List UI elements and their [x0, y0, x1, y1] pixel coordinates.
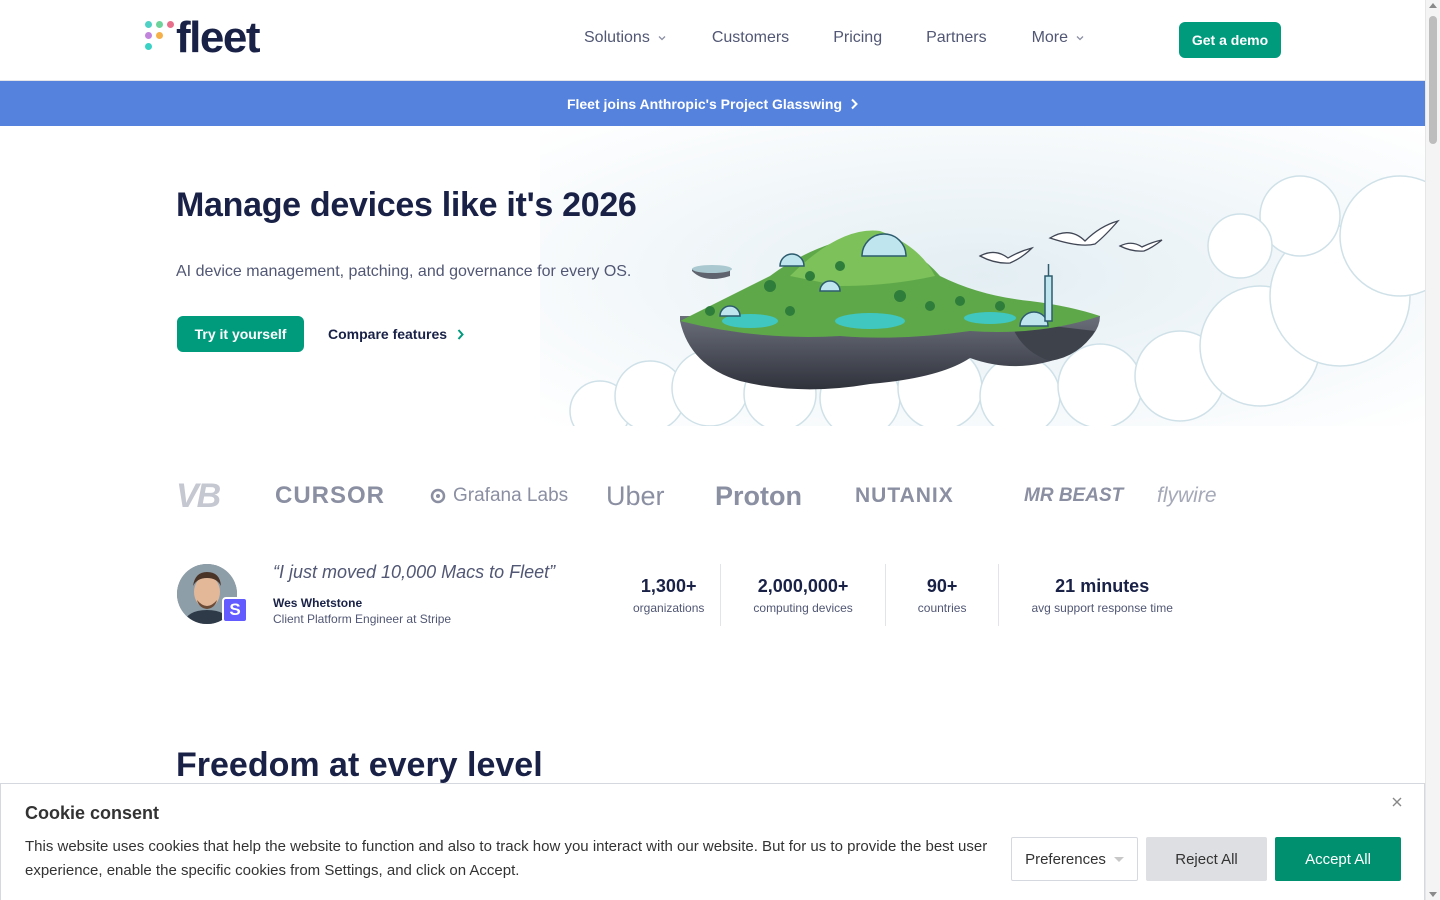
logo-proton: Proton — [715, 480, 802, 511]
cookie-text: This website uses cookies that help the … — [25, 838, 988, 879]
close-icon[interactable] — [1389, 794, 1405, 810]
logo-flywire: flywire — [1157, 484, 1217, 507]
stat-computing-devices: 2,000,000+ computing devices — [721, 564, 886, 626]
accept-all-button[interactable]: Accept All — [1275, 837, 1401, 881]
nav-solutions-label: Solutions — [584, 29, 650, 46]
preferences-label: Preferences — [1025, 850, 1106, 868]
stats-row: 1,300+ organizations 2,000,000+ computin… — [617, 564, 1205, 626]
stat-value: 2,000,000+ — [757, 575, 849, 596]
page-scrollbar[interactable] — [1425, 0, 1440, 900]
stat-countries: 90+ countries — [886, 564, 1000, 626]
banner-text: Fleet joins Anthropic's Project Glasswin… — [566, 95, 843, 112]
logo-nutanix: NUTANIX — [855, 484, 954, 507]
logo-grafana-labs: Grafana Labs — [428, 474, 568, 518]
stripe-badge: S — [222, 597, 248, 623]
chevron-right-icon — [457, 328, 464, 340]
cookie-consent-panel: Cookie consent This website uses cookies… — [0, 783, 1425, 900]
nav-more-label: More — [1031, 29, 1069, 46]
stat-value: 21 minutes — [1055, 575, 1150, 596]
announcement-banner[interactable]: Fleet joins Anthropic's Project Glasswin… — [0, 81, 1425, 126]
testimonial-quote: “I just moved 10,000 Macs to Fleet” — [273, 562, 556, 582]
scroll-up-icon[interactable] — [1429, 3, 1437, 8]
fleet-logo[interactable]: fleet — [144, 13, 268, 64]
testimonial-role: Client Platform Engineer at Stripe — [273, 612, 452, 626]
logo-uber: Uber — [606, 480, 665, 511]
logo-cursor: CURSOR — [275, 482, 386, 509]
compare-features-link[interactable]: Compare features — [328, 326, 464, 342]
stat-organizations: 1,300+ organizations — [617, 564, 722, 626]
main-nav: Solutions Customers Pricing Partners Mor… — [584, 29, 1084, 47]
chevron-right-icon — [851, 98, 858, 109]
logo-dots-icon — [144, 20, 180, 56]
testimonial-name: Wes Whetstone — [273, 596, 363, 610]
nav-customers-label: Customers — [711, 29, 790, 46]
hero-subtitle: AI device management, patching, and gove… — [176, 263, 632, 280]
nav-more[interactable]: More — [1032, 29, 1084, 47]
grafana-icon — [430, 488, 446, 504]
hero-section: Manage devices like it's 2026 AI device … — [0, 126, 1425, 426]
cookie-title: Cookie consent — [25, 803, 160, 823]
chevron-down-icon — [1076, 36, 1084, 41]
hero-title: Manage devices like it's 2026 — [176, 186, 637, 224]
chevron-down-icon — [658, 36, 666, 41]
stat-support-response: 21 minutes avg support response time — [999, 564, 1204, 626]
reject-all-button[interactable]: Reject All — [1146, 837, 1267, 881]
customer-logos: VB CURSOR Grafana Labs Uber Proton NUTAN… — [176, 474, 1236, 518]
stat-label: organizations — [633, 600, 705, 615]
stat-value: 90+ — [926, 575, 958, 596]
logo-grafana-labs-text: Grafana Labs — [453, 485, 569, 506]
stat-label: countries — [917, 600, 967, 615]
nav-pricing[interactable]: Pricing — [833, 29, 882, 47]
logo-mrbeast: MR BEAST — [1024, 485, 1124, 506]
scrollbar-thumb[interactable] — [1429, 16, 1437, 144]
nav-pricing-label: Pricing — [833, 29, 883, 46]
stat-label: avg support response time — [1031, 600, 1173, 615]
nav-solutions[interactable]: Solutions — [584, 29, 666, 47]
floating-island-illustration — [540, 126, 1425, 426]
logo-vb: VB — [176, 476, 221, 515]
scroll-down-icon[interactable] — [1429, 892, 1437, 897]
site-header: fleet Solutions Customers Pricing Partne… — [0, 0, 1425, 81]
try-it-yourself-button[interactable]: Try it yourself — [177, 316, 304, 352]
stat-label: computing devices — [753, 600, 853, 615]
stat-value: 1,300+ — [640, 575, 697, 596]
compare-features-label: Compare features — [328, 326, 448, 342]
get-demo-button[interactable]: Get a demo — [1179, 22, 1281, 58]
section-title: Freedom at every level — [176, 746, 543, 784]
nav-partners-label: Partners — [926, 29, 987, 46]
nav-customers[interactable]: Customers — [712, 29, 789, 47]
preferences-button[interactable]: Preferences — [1011, 837, 1138, 881]
caret-down-icon — [1113, 856, 1124, 862]
nav-partners[interactable]: Partners — [926, 29, 986, 47]
logo-wordmark: fleet — [176, 13, 260, 62]
